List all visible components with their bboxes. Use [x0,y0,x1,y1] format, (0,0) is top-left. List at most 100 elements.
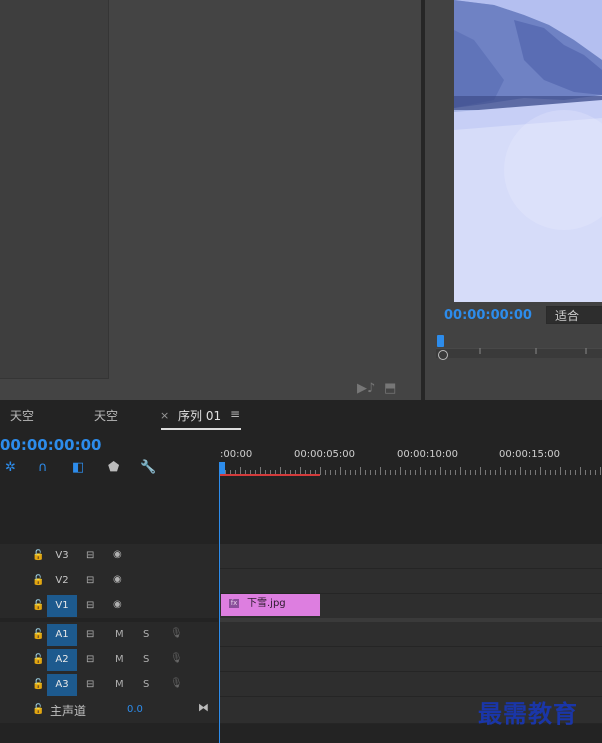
tab-close-icon[interactable]: × [160,409,169,422]
ruler-tick [555,470,556,475]
lock-icon[interactable]: 🔓 [32,654,44,665]
track-name-a1[interactable]: A1 [47,624,77,646]
ruler-tick [440,467,441,475]
lock-icon[interactable]: 🔓 [32,679,44,690]
solo-button[interactable]: S [143,679,149,690]
ruler-tick [330,470,331,475]
timeline-clip[interactable]: fx 下雪.jpg [221,594,320,616]
export-frame-icon[interactable]: ⬒ [384,381,396,396]
ruler-tick [465,470,466,475]
ruler-tick [565,470,566,475]
ruler-tick [345,470,346,475]
track-lane-a2[interactable] [220,647,602,672]
ruler-tick [480,467,481,475]
ruler-tick [355,470,356,475]
wrench-icon[interactable]: 🔧 [140,460,156,475]
monitor-playhead[interactable] [437,335,444,347]
film-icon[interactable]: ⊟ [86,629,94,640]
ruler-tick [360,467,361,475]
ruler-tick [380,467,381,475]
lock-icon[interactable]: 🔓 [32,629,44,640]
mic-icon[interactable]: 🎙 [170,653,183,664]
eye-icon[interactable]: ◉ [113,549,122,560]
tab-sky-1[interactable]: 天空 [10,407,34,424]
track-lane-v2[interactable] [220,569,602,594]
ruler-tick [460,467,461,475]
mute-button[interactable]: M [115,629,124,640]
track-lane-a1[interactable] [220,622,602,647]
ruler-tick [545,470,546,475]
lock-icon[interactable]: 🔓 [32,550,44,561]
mute-button[interactable]: M [115,679,124,690]
timeline-ruler[interactable] [220,445,602,475]
solo-button[interactable]: S [143,654,149,665]
ruler-tick [495,470,496,475]
film-icon[interactable]: ⊟ [86,679,94,690]
ruler-tick [550,470,551,475]
ruler-tick [365,470,366,475]
go-to-end-icon[interactable]: ⧓ [198,701,209,714]
master-volume-value[interactable]: 0.0 [127,704,143,715]
monitor-time-ruler[interactable] [436,347,602,358]
ruler-tick [525,470,526,475]
ruler-tick [400,467,401,475]
track-name-a3[interactable]: A3 [47,674,77,696]
snow-landscape-image [454,0,602,302]
track-name-v2[interactable]: V2 [47,570,77,592]
ruler-tick [325,470,326,475]
ruler-tick [415,470,416,475]
mic-icon[interactable]: 🎙 [170,678,183,689]
ruler-tick [470,470,471,475]
marker-icon[interactable]: ⬟ [108,460,119,475]
tab-sky-2[interactable]: 天空 [94,407,118,424]
eye-icon[interactable]: ◉ [113,599,122,610]
fx-badge-icon: fx [229,598,239,608]
mute-button[interactable]: M [115,654,124,665]
zoom-fit-dropdown[interactable]: 适合 [546,306,602,324]
panel-menu-icon[interactable]: ≡ [230,407,240,421]
monitor-zoom-handle[interactable] [438,350,448,360]
work-area-bar[interactable] [220,474,320,476]
playhead-handle[interactable] [219,462,225,474]
track-name-v1[interactable]: V1 [47,595,77,617]
film-icon[interactable]: ⊟ [86,600,94,611]
ruler-tick [535,470,536,475]
program-timecode[interactable]: 00:00:00:00 [444,308,532,323]
ruler-tick [320,467,321,475]
mic-icon[interactable]: 🎙 [170,628,183,639]
tab-sequence-01[interactable]: 序列 01 [178,407,221,424]
lock-icon[interactable]: 🔓 [32,704,44,715]
lock-icon[interactable]: 🔓 [32,575,44,586]
ruler-tick [430,470,431,475]
linked-selection-icon[interactable]: ◧ [72,460,84,475]
track-lane-v3[interactable] [220,544,602,569]
lock-icon[interactable]: 🔓 [32,600,44,611]
ruler-tick [540,467,541,475]
ruler-tick [500,467,501,475]
ruler-tick [510,470,511,475]
ruler-tick [340,467,341,475]
track-name-v3[interactable]: V3 [47,545,77,567]
film-icon[interactable]: ⊟ [86,654,94,665]
project-bin-list [0,0,109,379]
film-icon[interactable]: ⊟ [86,575,94,586]
ruler-tick [395,470,396,475]
insert-icon[interactable]: ▶♪ [357,381,375,396]
film-icon[interactable]: ⊟ [86,550,94,561]
ruler-tick [520,467,521,475]
ruler-tick [435,470,436,475]
ruler-tick [490,470,491,475]
solo-button[interactable]: S [143,629,149,640]
playhead-line[interactable] [219,462,220,743]
ruler-tick [575,470,576,475]
timeline-timecode[interactable]: 00:00:00:00 [0,436,102,454]
ruler-tick [485,470,486,475]
active-tab-indicator [161,428,241,430]
ruler-tick [370,470,371,475]
clip-name: 下雪.jpg [247,598,286,609]
ruler-tick [530,470,531,475]
track-name-a2[interactable]: A2 [47,649,77,671]
magnet-icon[interactable]: ∩ [38,460,48,475]
eye-icon[interactable]: ◉ [113,574,122,585]
snap-icon[interactable]: ✲ [5,460,16,475]
